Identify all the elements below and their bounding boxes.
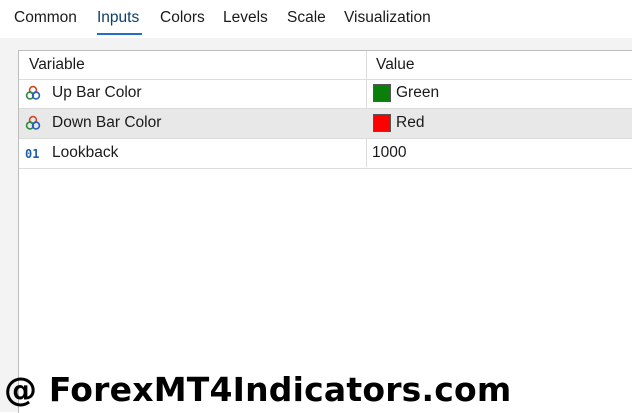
- color-palette-icon: [25, 85, 41, 100]
- tab-visualization[interactable]: Visualization: [344, 9, 431, 27]
- variable-value[interactable]: 1000: [372, 144, 406, 162]
- column-header-value[interactable]: Value: [376, 56, 415, 74]
- watermark: @ ForexMT4Indicators.com: [4, 370, 512, 409]
- tab-scale[interactable]: Scale: [287, 9, 326, 27]
- color-palette-icon: [25, 115, 41, 130]
- variable-name: Lookback: [52, 144, 119, 161]
- table-row[interactable]: 01 Lookback 1000: [19, 139, 632, 169]
- tab-levels[interactable]: Levels: [223, 9, 268, 27]
- tab-colors[interactable]: Colors: [160, 9, 205, 27]
- inputs-table: Variable Value Up Bar Color Green Down B…: [18, 50, 632, 413]
- table-row[interactable]: Up Bar Color Green: [19, 79, 632, 109]
- column-header-variable[interactable]: Variable: [29, 56, 85, 74]
- table-row-selected[interactable]: Down Bar Color Red: [19, 109, 632, 139]
- integer-icon: 01: [25, 147, 40, 161]
- table-header: Variable Value: [19, 51, 632, 80]
- active-tab-indicator: [97, 33, 142, 35]
- variable-value[interactable]: Green: [396, 84, 439, 102]
- tab-bar: Common Inputs Colors Levels Scale Visual…: [0, 0, 632, 38]
- variable-value[interactable]: Red: [396, 114, 424, 132]
- color-swatch: [373, 114, 391, 132]
- tab-common[interactable]: Common: [14, 9, 77, 27]
- tab-inputs[interactable]: Inputs: [97, 9, 139, 27]
- variable-name: Up Bar Color: [52, 84, 142, 101]
- color-swatch: [373, 84, 391, 102]
- variable-name: Down Bar Color: [52, 114, 162, 131]
